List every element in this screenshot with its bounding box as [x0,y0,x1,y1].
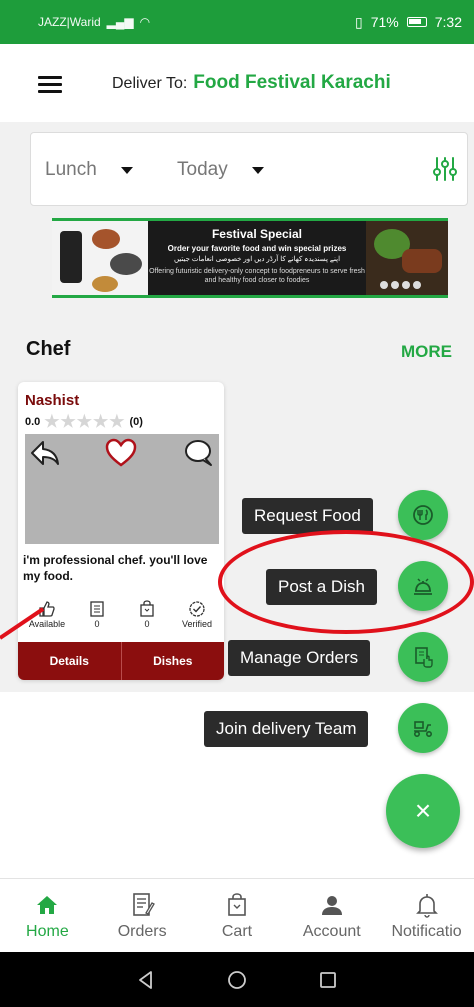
rating-value: 0.0 [25,416,41,428]
fab-request-food[interactable]: Request Food [242,498,373,534]
chef-name: Nashist [25,392,80,409]
nav-label: Orders [117,923,167,940]
fab-manage-orders[interactable]: Manage Orders [228,640,371,676]
banner-text: Festival Special Order your favorite foo… [148,221,366,295]
fab-label[interactable]: Request Food [242,498,373,534]
stat-label: 0 [144,619,150,629]
banner-urdu-text: اپنے پسندیدہ کھانے کا آرڈر دیں اور خصوصی… [173,256,341,263]
banner-grill-image [366,221,448,295]
bag-icon [140,600,154,617]
carrier-label: JAZZ|Warid [38,15,101,29]
fab-label[interactable]: Manage Orders [228,640,371,676]
nav-label: Home [26,923,69,940]
dishes-button[interactable]: Dishes [120,642,224,680]
bottom-navigation: Home Orders Cart Account Notificatio [0,878,474,952]
filter-sliders-icon[interactable] [431,155,459,183]
delivery-location: Food Festival Karachi [193,72,391,93]
heart-icon[interactable] [105,438,137,468]
meal-dropdown[interactable]: Lunch [45,159,133,181]
home-circle-icon[interactable] [226,969,248,991]
nav-label: Notificatio [391,923,462,940]
check-circle-icon [189,601,205,617]
nav-label: Account [302,923,361,940]
chevron-down-icon [120,166,133,174]
menu-icon[interactable] [38,76,62,94]
battery-icon [406,17,427,27]
chef-section-header: Chef MORE [0,320,474,380]
app-header: Deliver To: Food Festival Karachi [0,44,474,122]
banner-pager-dots [380,281,421,289]
battery-percent: 71% [370,14,399,30]
wifi-icon: ◠ [139,15,151,29]
signal-icon: ▂▄▆ [106,15,134,29]
chef-stats: Available 0 0 Verified [25,600,219,629]
orders-hand-icon[interactable] [398,632,448,682]
details-button[interactable]: Details [18,642,121,680]
banner-food-image [52,221,148,295]
food-request-icon[interactable] [398,490,448,540]
nav-account[interactable]: Account [284,879,379,952]
banner-subtitle: Order your favorite food and win special… [167,244,347,253]
clock: 7:32 [434,14,462,30]
highlight-ellipse [218,530,474,634]
delivery-scooter-icon[interactable] [398,703,448,753]
vibrate-icon: ▯ [355,13,363,30]
day-value: Today [177,159,228,180]
stat-label: Available [28,619,66,629]
account-icon [321,896,342,915]
close-fab-button[interactable]: × [386,774,460,848]
chef-card-actions: Details Dishes [18,642,224,680]
meal-value: Lunch [45,159,97,180]
chevron-down-icon [251,166,264,174]
chef-rating: 0.0 ★★★★★ (0) [25,412,143,432]
star-rating-icon: ★★★★★ [44,412,126,431]
nav-orders[interactable]: Orders [95,879,190,952]
day-dropdown[interactable]: Today [177,159,264,181]
stat-menu-count: 0 [75,600,119,629]
nav-home[interactable]: Home [0,879,95,952]
promo-banner[interactable]: Festival Special Order your favorite foo… [52,218,448,298]
fab-join-delivery[interactable]: Join delivery Team [204,711,369,747]
stat-verified: Verified [175,600,219,629]
deliver-to[interactable]: Deliver To: Food Festival Karachi [112,72,391,94]
nav-notifications[interactable]: Notificatio [379,879,474,952]
review-count: (0) [129,416,143,428]
filter-bar: Lunch Today [30,132,468,206]
close-icon: × [414,795,432,826]
chef-photo [25,434,219,544]
section-title: Chef [26,338,71,360]
chef-bio: i'm professional chef. you'll love my fo… [23,553,208,583]
stat-orders-count: 0 [125,600,169,629]
home-icon [37,896,58,914]
chef-card[interactable]: Nashist 0.0 ★★★★★ (0) i'm professional c… [18,382,224,680]
stat-label: 0 [94,619,100,629]
system-navigation-bar [0,952,474,1007]
deliver-to-label: Deliver To: [112,75,188,92]
chat-bubble-icon[interactable] [183,438,215,468]
phone-icon [60,231,82,283]
more-link[interactable]: MORE [401,342,452,362]
banner-description: Offering futuristic delivery-only concep… [149,268,365,284]
banner-title: Festival Special [211,227,303,241]
recents-icon[interactable] [317,969,339,991]
nav-cart[interactable]: Cart [190,879,285,952]
menu-list-icon [90,601,104,617]
share-icon[interactable] [29,438,61,468]
back-icon[interactable] [135,969,157,991]
fab-label[interactable]: Join delivery Team [204,711,369,747]
cart-icon [228,893,246,916]
bell-icon [415,894,438,918]
nav-label: Cart [221,923,253,940]
stat-label: Verified [181,619,213,629]
orders-icon [133,893,156,916]
status-bar: JAZZ|Warid ▂▄▆ ◠ ▯ 71% 7:32 [0,0,474,44]
